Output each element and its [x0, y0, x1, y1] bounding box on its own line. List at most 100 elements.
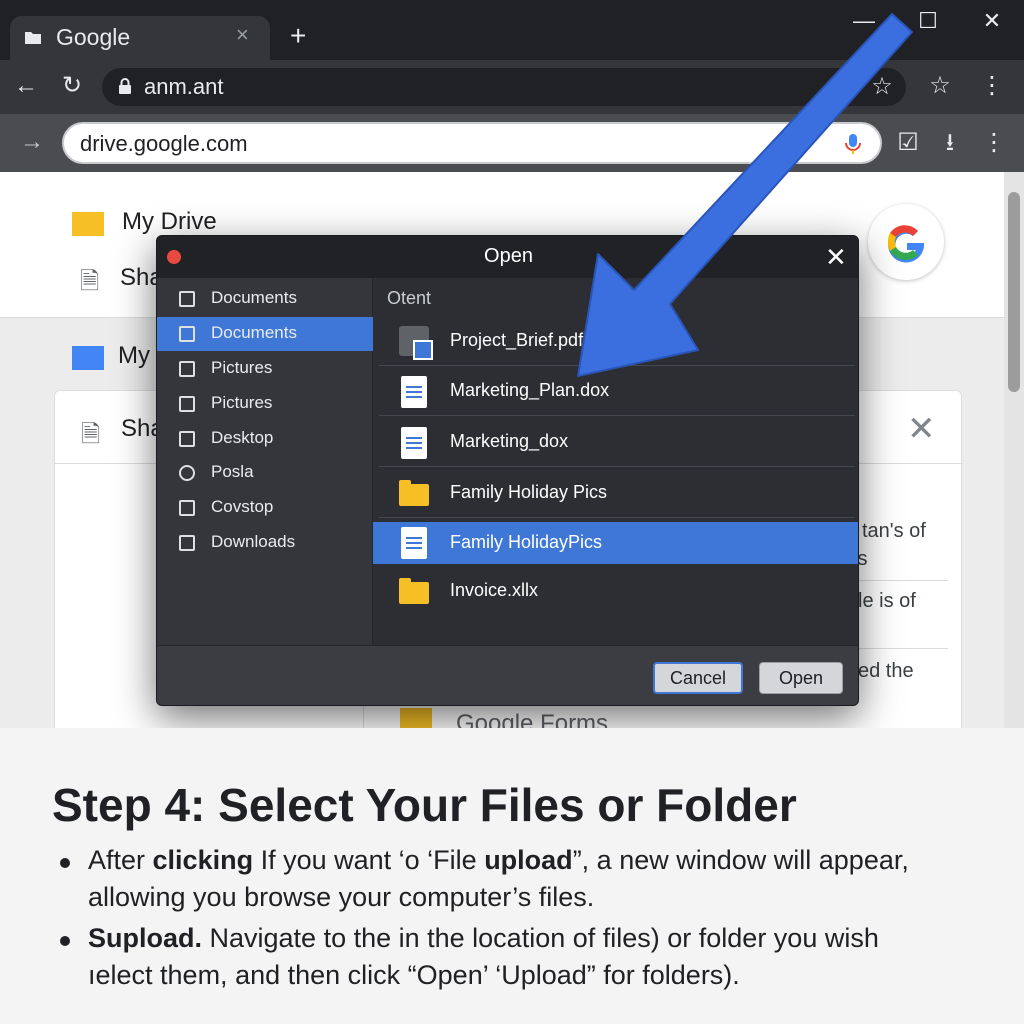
background-text: tan's of	[862, 520, 926, 542]
url-field[interactable]: drive.google.com	[62, 122, 882, 164]
url-text: drive.google.com	[80, 131, 248, 156]
desktop-icon	[179, 431, 195, 447]
bullet-dot	[60, 936, 70, 946]
scrollbar-thumb[interactable]	[1008, 192, 1020, 392]
sidebar-item-pictures[interactable]: Pictures	[157, 387, 373, 421]
reload-icon[interactable]: ↻	[56, 70, 88, 102]
sidebar-item-label: Pictures	[211, 393, 273, 412]
menu-dots-icon[interactable]: ⋮	[976, 70, 1008, 102]
bullet-text: Supload. Navigate to the in the location…	[88, 920, 988, 994]
dialog-titlebar: Open ✕	[157, 236, 858, 278]
bullet-fragment: allowing you browse your computer’s file…	[88, 882, 595, 912]
bullet-fragment: After	[88, 845, 153, 875]
pdf-icon	[399, 326, 433, 360]
scrollbar[interactable]	[1004, 172, 1024, 732]
background-text: le is of	[858, 590, 916, 612]
network-icon	[179, 465, 195, 481]
close-window-button[interactable]: ✕	[972, 8, 1012, 34]
bullet-fragment-bold: Supload.	[88, 923, 202, 953]
file-name: Family HolidayPics	[450, 532, 603, 552]
my-drive-nav[interactable]: My	[118, 342, 150, 370]
sidebar-item-label: Downloads	[211, 532, 296, 551]
address-bar[interactable]: anm.ant ☆	[102, 68, 906, 106]
background-text: ed the	[858, 660, 914, 682]
step-title: Step 4: Select Your Files or Folder	[52, 779, 797, 831]
bullet-fragment-bold: clicking	[152, 845, 254, 875]
bookmark-icon[interactable]: ☆	[924, 70, 956, 102]
file-name: Family Holiday Pics	[450, 482, 608, 502]
sidebar-item-label: Covstop	[211, 497, 274, 516]
checkbox-icon[interactable]: ☑	[892, 127, 924, 159]
dialog-title: Open	[484, 245, 533, 267]
folder-icon	[25, 32, 41, 44]
file-name: Project_Brief.pdf	[450, 330, 584, 350]
file-list-header: Otent	[387, 288, 432, 308]
file-list: Otent Project_Brief.pdf Marketing_Plan.d…	[373, 278, 858, 645]
sidebar-item-label: Pictures	[211, 358, 273, 377]
file-name: Marketing_dox	[450, 431, 569, 451]
document-icon	[179, 291, 195, 307]
bullet-fragment: ”, a new window will appear,	[572, 845, 909, 875]
file-row[interactable]: Marketing_dox	[379, 419, 855, 467]
new-tab-button[interactable]: +	[290, 20, 306, 52]
download-icon[interactable]: ⭳	[934, 127, 966, 159]
star-icon[interactable]: ☆	[866, 71, 898, 103]
folder-icon	[72, 212, 104, 236]
sidebar-item-documents-selected[interactable]: Documents	[157, 317, 373, 351]
google-logo-icon	[868, 204, 944, 280]
bullet-fragment: ıelect them, and then click “Open’ ‘Uplo…	[88, 960, 740, 990]
back-arrow-icon[interactable]: ←	[10, 70, 42, 102]
document-icon	[179, 326, 195, 342]
close-icon[interactable]: ✕	[907, 409, 936, 449]
doc-icon	[401, 527, 427, 559]
bullet-fragment: If you want ‘o ‘File	[253, 845, 485, 875]
secondary-toolbar: → drive.google.com ☑ ⭳ ⋮	[0, 114, 1024, 172]
browser-toolbar: ← ↻ anm.ant ☆ ☆ ⋮	[0, 60, 1024, 114]
forward-icon[interactable]: →	[16, 126, 48, 158]
tab-close-icon[interactable]: ×	[236, 22, 249, 48]
maximize-button[interactable]: ☐	[908, 8, 948, 34]
file-name: Marketing_Plan.dox	[450, 380, 610, 400]
open-button[interactable]: Open	[759, 662, 843, 694]
mic-icon[interactable]	[844, 133, 862, 155]
file-name: Invoice.xllx	[450, 580, 539, 600]
instruction-caption: Step 4: Select Your Files or Folder Afte…	[0, 728, 1024, 1024]
sidebar-item-documents[interactable]: Documents	[157, 282, 373, 316]
sidebar-item-label: Posla	[211, 462, 254, 481]
sidebar-item-label: Documents	[211, 323, 297, 342]
dialog-sidebar: Documents Documents Pictures Pictures De…	[157, 278, 373, 645]
file-row[interactable]: Invoice.xllx	[379, 568, 855, 616]
lock-icon	[119, 78, 131, 94]
download-icon	[179, 535, 195, 551]
file-row-selected[interactable]: Family HolidayPics	[373, 522, 858, 564]
folder-icon	[399, 578, 429, 604]
picture-icon	[179, 396, 195, 412]
sidebar-item-label: Documents	[211, 288, 297, 307]
minimize-button[interactable]: —	[844, 8, 884, 34]
bullet-fragment-bold: upload	[484, 845, 573, 875]
bullet-dot	[60, 858, 70, 868]
file-row[interactable]: Project_Brief.pdf	[379, 318, 855, 366]
my-drive-label[interactable]: My Drive	[122, 208, 217, 236]
folder-icon	[399, 480, 429, 506]
file-row[interactable]: Marketing_Plan.dox	[379, 368, 855, 416]
bullet-fragment: Navigate to the in the location of files…	[202, 923, 879, 953]
browser-tab[interactable]: Google ×	[10, 16, 270, 60]
open-file-dialog: Open ✕ Documents Documents Pictures Pict…	[156, 235, 859, 706]
doc-icon	[401, 376, 427, 408]
bullet-text: After clicking If you want ‘o ‘File uplo…	[88, 842, 988, 916]
more-icon[interactable]: ⋮	[978, 127, 1010, 159]
dialog-close-icon[interactable]: ✕	[825, 242, 847, 273]
doc-icon: 🗎	[80, 268, 100, 295]
sidebar-item-covstop[interactable]: Covstop	[157, 491, 373, 525]
sidebar-item-posla[interactable]: Posla	[157, 456, 373, 490]
doc-icon: 🗎	[81, 421, 101, 448]
dialog-footer: Cancel Open	[157, 645, 858, 705]
tab-strip: Google × + — ☐ ✕	[0, 0, 1024, 60]
cancel-button[interactable]: Cancel	[653, 662, 743, 694]
sidebar-item-pictures[interactable]: Pictures	[157, 352, 373, 386]
file-row[interactable]: Family Holiday Pics	[379, 470, 855, 518]
sidebar-item-label: Desktop	[211, 428, 274, 447]
sidebar-item-downloads[interactable]: Downloads	[157, 526, 373, 560]
sidebar-item-desktop[interactable]: Desktop	[157, 422, 373, 456]
